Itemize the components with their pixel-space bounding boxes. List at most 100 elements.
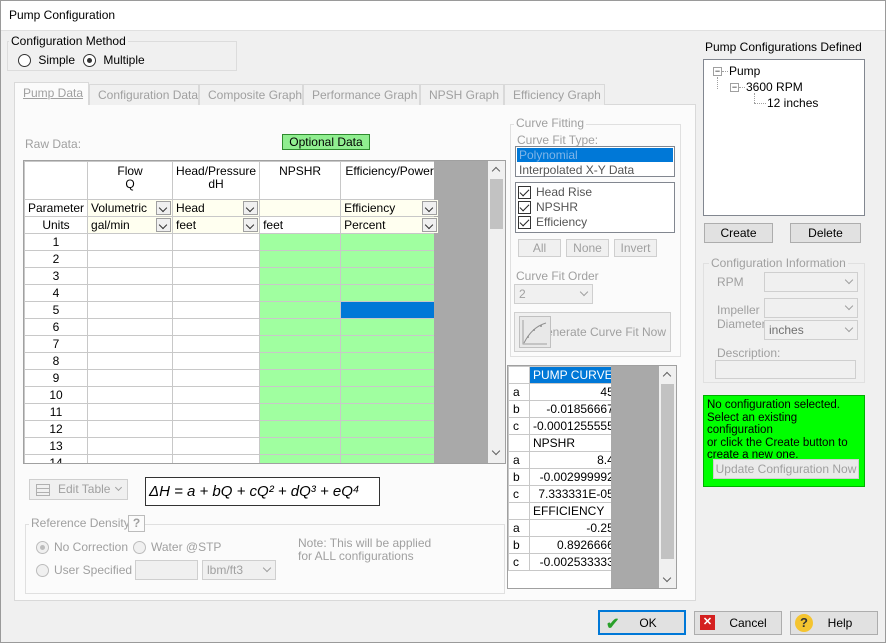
row-number[interactable]: 12 [24,420,89,438]
coefficients-scrollbar[interactable] [659,366,676,588]
row-number[interactable]: 7 [24,335,89,353]
head-cell[interactable] [172,352,261,370]
head-cell[interactable] [172,233,261,251]
npshr-cell[interactable] [259,437,342,455]
none-button[interactable]: None [566,239,609,257]
all-button[interactable]: All [518,239,561,257]
efficiency-cell[interactable] [340,420,440,438]
check-head-rise[interactable]: Head Rise [518,185,674,200]
head-cell[interactable] [172,318,261,336]
head-parameter-select[interactable]: Head [172,199,261,217]
scroll-down-icon[interactable] [663,576,671,584]
head-units-select[interactable]: feet [172,216,261,234]
description-input[interactable] [715,360,856,379]
flow-parameter-select[interactable]: Volumetric [87,199,174,217]
flow-cell[interactable] [87,301,174,319]
npshr-cell[interactable] [259,420,342,438]
tree-node-3600-rpm[interactable]: 3600 RPM [746,80,803,94]
flow-cell[interactable] [87,233,174,251]
efficiency-cell[interactable] [340,369,440,387]
collapse-icon[interactable]: − [730,83,739,92]
radio-no-correction[interactable]: No Correction [36,540,128,555]
density-unit-select[interactable]: lbm/ft3 [202,560,276,580]
efficiency-cell[interactable] [340,301,440,319]
curve-fit-type-interpolated[interactable]: Interpolated X-Y Data [516,163,674,177]
delete-button[interactable]: Delete [790,223,861,243]
efficiency-cell[interactable] [340,284,440,302]
efficiency-cell[interactable] [340,233,440,251]
row-number[interactable]: 4 [24,284,89,302]
npshr-cell[interactable] [259,403,342,421]
row-number[interactable]: 5 [24,301,89,319]
head-cell[interactable] [172,437,261,455]
flow-cell[interactable] [87,250,174,268]
chevron-down-icon[interactable] [422,201,438,215]
flow-cell[interactable] [87,352,174,370]
edit-table-button[interactable]: Edit Table [29,479,128,500]
flow-cell[interactable] [87,437,174,455]
impeller-diameter-select[interactable] [764,298,858,318]
ok-button[interactable]: ✔ OK [598,610,686,635]
curve-fit-order-select[interactable]: 2 [514,284,593,304]
row-number[interactable]: 11 [24,403,89,421]
npshr-cell[interactable] [259,352,342,370]
npshr-cell[interactable] [259,301,342,319]
check-npshr[interactable]: NPSHR [518,200,674,215]
tab-composite-graph[interactable]: Composite Graph [199,84,303,105]
generate-curve-fit-button[interactable]: Generate Curve Fit Now [514,312,671,352]
head-cell[interactable] [172,250,261,268]
chevron-down-icon[interactable] [156,218,172,232]
curve-fit-type-polynomial[interactable]: Polynomial [517,148,673,162]
efficiency-cell[interactable] [340,335,440,353]
npshr-cell[interactable] [259,284,342,302]
npshr-cell[interactable] [259,250,342,268]
flow-cell[interactable] [87,284,174,302]
efficiency-units-select[interactable]: Percent [340,216,440,234]
curve-fit-type-list[interactable]: Polynomial Interpolated X-Y Data [515,146,675,177]
check-efficiency[interactable]: Efficiency [518,215,674,230]
efficiency-cell[interactable] [340,250,440,268]
tree-node-12-inches[interactable]: 12 inches [767,96,818,110]
head-cell[interactable] [172,454,261,463]
row-number[interactable]: 3 [24,267,89,285]
flow-cell[interactable] [87,420,174,438]
efficiency-cell[interactable] [340,386,440,404]
efficiency-cell[interactable] [340,318,440,336]
head-cell[interactable] [172,369,261,387]
row-number[interactable]: 8 [24,352,89,370]
scroll-thumb[interactable] [661,384,674,559]
head-cell[interactable] [172,403,261,421]
efficiency-cell[interactable] [340,352,440,370]
cancel-button[interactable]: ✕ Cancel [694,611,782,635]
radio-multiple[interactable]: Multiple [83,53,145,68]
flow-cell[interactable] [87,403,174,421]
chevron-down-icon[interactable] [243,201,259,215]
update-configuration-button[interactable]: Update Configuration Now [713,459,859,479]
npshr-cell[interactable] [259,335,342,353]
diameter-unit-select[interactable]: inches [764,320,858,340]
help-button[interactable]: ? Help [790,611,878,635]
scroll-up-icon[interactable] [663,371,671,379]
grid-vertical-scrollbar[interactable] [488,161,505,463]
row-number[interactable]: 6 [24,318,89,336]
raw-data-grid[interactable]: Flow Q Head/Pressure dH NPSHR Efficiency/P… [23,160,506,464]
npshr-cell[interactable] [259,386,342,404]
radio-water-stp[interactable]: Water @STP [133,540,221,555]
scroll-up-icon[interactable] [492,166,500,174]
invert-button[interactable]: Invert [614,239,657,257]
collapse-icon[interactable]: − [713,67,722,76]
radio-multiple-indicator[interactable] [83,54,96,68]
configuration-tree[interactable]: − Pump − 3600 RPM 12 inches [703,59,865,216]
scroll-down-icon[interactable] [492,449,500,457]
npshr-cell[interactable] [259,318,342,336]
radio-simple[interactable]: Simple [18,53,75,68]
npshr-cell[interactable] [259,233,342,251]
efficiency-cell[interactable] [340,437,440,455]
radio-user-specified[interactable]: User Specified [36,563,132,578]
efficiency-cell[interactable] [340,267,440,285]
row-number[interactable]: 1 [24,233,89,251]
radio-simple-indicator[interactable] [18,54,31,68]
head-cell[interactable] [172,420,261,438]
flow-cell[interactable] [87,369,174,387]
flow-units-select[interactable]: gal/min [87,216,174,234]
